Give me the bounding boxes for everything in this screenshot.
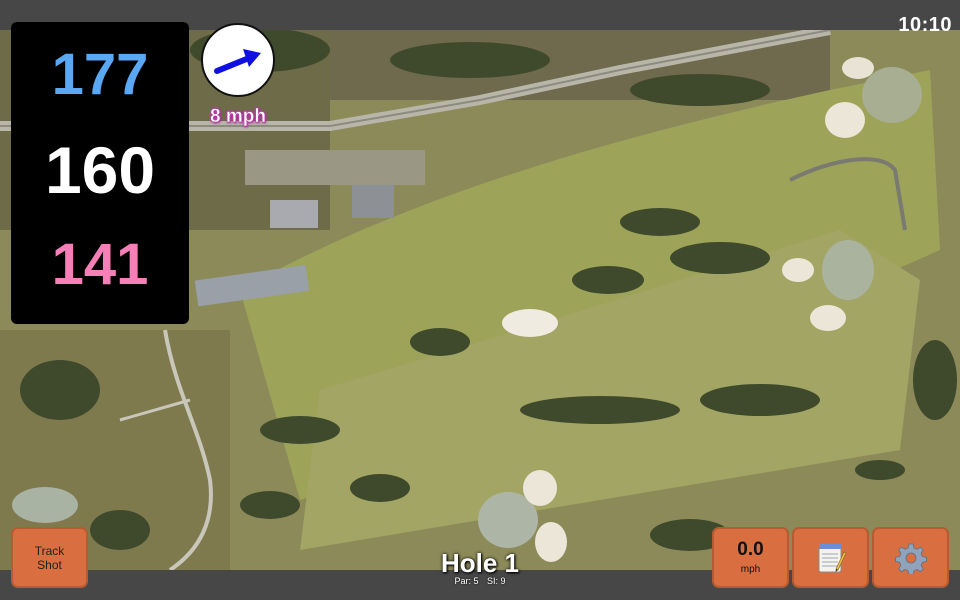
clock-time: 10:10: [898, 14, 952, 36]
wind-speed-label: 8 mph: [210, 106, 266, 127]
yardage-back: 177: [51, 42, 149, 108]
gear-icon: [894, 543, 927, 574]
hole-title: Hole 1: [440, 548, 520, 578]
hole-info: Par: 5 SI: 9: [380, 576, 580, 586]
hole-par: Par: 5: [454, 576, 479, 586]
yardage-front: 141: [51, 231, 149, 297]
track-shot-button[interactable]: Track Shot: [11, 527, 88, 588]
speed-button[interactable]: 0.0 mph: [712, 527, 789, 588]
hole-stroke-index: SI: 9: [487, 576, 506, 586]
notepad-icon: [818, 543, 846, 572]
wind-indicator: [201, 23, 275, 97]
track-shot-label-line2: Shot: [37, 557, 62, 572]
speed-value: 0.0: [737, 539, 764, 560]
settings-button[interactable]: [872, 527, 949, 588]
yardage-middle: 160: [44, 132, 156, 207]
wind-direction-arrow-icon: [214, 49, 261, 74]
notes-button[interactable]: [792, 527, 869, 588]
speed-unit: mph: [740, 564, 761, 575]
yardage-panel: 177 160 141: [11, 22, 189, 324]
track-shot-label-line1: Track: [34, 543, 65, 558]
